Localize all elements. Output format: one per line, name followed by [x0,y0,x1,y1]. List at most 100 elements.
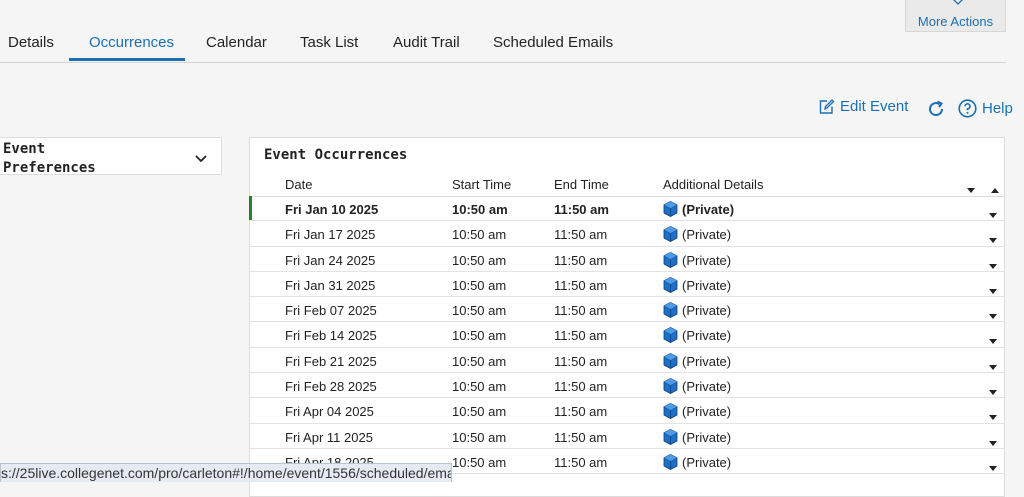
expand-row-icon[interactable] [989,206,997,221]
occurrence-date: Fri Feb 21 2025 [285,353,377,369]
cube-icon [663,378,678,397]
occurrence-date: Fri Jan 31 2025 [285,277,376,293]
occurrence-date: Fri Feb 07 2025 [285,303,377,319]
cube-icon [663,352,678,372]
status-bar-url: s://25live.collegenet.com/pro/carleton#!… [0,463,452,482]
occurrence-end-time: 11:50 am [554,454,608,470]
occurrence-start-time: 10:50 am [452,252,507,268]
table-row[interactable]: Fri Jan 31 2025 10:50 am 11:50 am (Private) [250,272,1004,298]
table-row[interactable]: Fri Feb 14 2025 10:50 am 11:50 am (Private) [250,322,1004,348]
event-preferences-panel[interactable]: Event Preferences [0,137,222,176]
cube-icon [663,251,678,271]
table-row[interactable]: Fri Jan 24 2025 10:50 am 11:50 am (Private) [250,247,1004,272]
cube-icon [663,454,678,473]
tab-occurrences[interactable]: Occurrences [89,30,174,61]
edit-icon [818,98,835,115]
chevron-down-icon [195,150,207,168]
occurrence-end-time: 11:50 am [554,202,609,217]
table-row[interactable]: Fri Apr 11 2025 10:50 am 11:50 am (Private) [250,424,1004,449]
refresh-button[interactable] [926,99,946,119]
occurrence-end-time: 11:50 am [554,404,608,420]
occurrence-details: (Private) [682,277,732,293]
table-row[interactable]: Fri Jan 10 2025 10:50 am 11:50 am (Private) [249,196,1004,222]
occurrence-start-time: 10:50 am [452,328,507,344]
occurrence-details: (Private) [682,379,732,395]
occurrence-start-time: 10:50 am [452,202,508,217]
occurrence-start-time: 10:50 am [452,353,507,369]
occurrence-date: Fri Feb 28 2025 [285,379,377,395]
occurrence-details: (Private) [682,303,732,319]
help-label: Help [982,100,1013,117]
occurrence-details: (Private) [682,404,732,420]
occurrence-end-time: 11:50 am [554,379,608,395]
tab-calendar[interactable]: Calendar [206,30,267,61]
occurrence-date: Fri Apr 04 2025 [285,404,374,420]
expand-row-icon[interactable] [989,434,997,449]
tab-bar: Details Occurrences Calendar Task List A… [0,30,1006,63]
column-header-end-time[interactable]: End Time [554,177,609,192]
edit-event-button[interactable]: Edit Event [818,98,908,115]
expand-row-icon[interactable] [989,332,997,347]
tab-details[interactable]: Details [8,30,54,61]
table-row[interactable]: Fri Feb 21 2025 10:50 am 11:50 am (Private) [250,348,1004,374]
occurrence-start-time: 10:50 am [452,429,507,445]
occurrence-end-time: 11:50 am [554,353,608,369]
collapse-all-icon[interactable] [967,181,975,196]
occurrence-rows: Fri Jan 10 2025 10:50 am 11:50 am (Private)… [249,196,1004,475]
refresh-icon [926,99,946,119]
expand-row-icon[interactable] [989,459,997,474]
table-row[interactable]: Fri Jan 17 2025 10:50 am 11:50 am (Private) [250,221,1004,247]
occurrence-date: Fri Jan 17 2025 [285,227,376,243]
expand-row-icon[interactable] [989,282,997,297]
edit-event-label: Edit Event [840,98,909,115]
expand-row-icon[interactable] [989,231,997,246]
occurrence-end-time: 11:50 am [554,429,608,445]
cube-icon [663,201,678,220]
occurrence-end-time: 11:50 am [554,303,608,319]
cube-icon [663,428,678,448]
occurrence-details: (Private) [682,227,732,243]
occurrence-start-time: 10:50 am [452,454,507,470]
tab-audit-trail[interactable]: Audit Trail [393,30,460,61]
expand-row-icon[interactable] [989,358,997,373]
occurrence-date: Fri Jan 10 2025 [285,202,379,217]
column-header-start-time[interactable]: Start Time [452,177,511,192]
table-header: Date Start Time End Time Additional Deta… [250,171,1004,197]
occurrence-end-time: 11:50 am [554,277,608,293]
occurrence-end-time: 11:50 am [554,328,608,344]
event-occurrences-title: Event Occurrences [264,147,408,163]
expand-row-icon[interactable] [989,307,997,322]
occurrence-details: (Private) [682,202,735,217]
occurrence-date: Fri Jan 24 2025 [285,252,376,268]
cube-icon [663,302,678,321]
occurrence-date: Fri Feb 14 2025 [285,328,377,344]
tab-scheduled-emails[interactable]: Scheduled Emails [493,30,613,61]
more-actions-button[interactable]: More Actions [905,0,1006,32]
occurrence-details: (Private) [682,353,732,369]
cube-icon [663,327,678,346]
table-row[interactable]: Fri Feb 28 2025 10:50 am 11:50 am (Private) [250,373,1004,399]
help-button[interactable]: Help [958,99,1013,118]
expand-all-icon[interactable] [991,181,999,196]
occurrence-details: (Private) [682,454,732,470]
event-preferences-title: Event Preferences [3,141,96,176]
expand-row-icon[interactable] [989,408,997,423]
occurrence-start-time: 10:50 am [452,379,507,395]
tab-task-list[interactable]: Task List [300,30,358,61]
occurrence-start-time: 10:50 am [452,227,507,243]
cube-icon [663,226,678,245]
more-actions-label: More Actions [917,14,994,29]
table-row[interactable]: Fri Apr 04 2025 10:50 am 11:50 am (Private) [250,398,1004,424]
column-header-additional-details[interactable]: Additional Details [663,177,763,192]
occurrence-end-time: 11:50 am [554,252,608,268]
active-tab-indicator [69,58,185,61]
expand-row-icon[interactable] [989,257,997,272]
event-occurrences-panel: Event Occurrences Date Start Time End Ti… [249,137,1005,497]
occurrence-details: (Private) [682,252,732,268]
occurrence-end-time: 11:50 am [554,227,608,243]
cube-icon [663,276,678,296]
column-header-date[interactable]: Date [285,177,312,192]
expand-row-icon[interactable] [989,383,997,398]
occurrence-start-time: 10:50 am [452,277,507,293]
table-row[interactable]: Fri Feb 07 2025 10:50 am 11:50 am (Private) [250,297,1004,323]
